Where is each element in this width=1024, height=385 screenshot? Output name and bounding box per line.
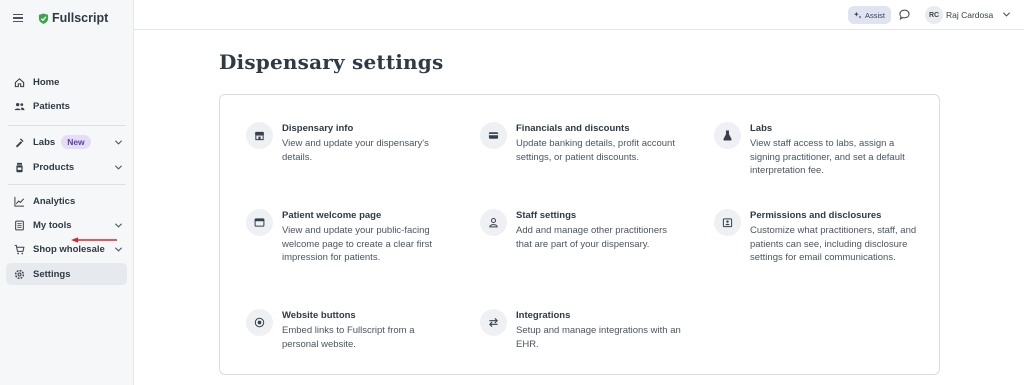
setting-staff-settings[interactable]: Staff settings Add and manage other prac… [480,209,685,251]
setting-title[interactable]: Dispensary info [282,123,451,134]
setting-permissions-disclosures[interactable]: Permissions and disclosures Customize wh… [714,209,919,265]
setting-title[interactable]: Financials and discounts [516,123,685,134]
assist-button[interactable]: Assist [848,6,892,24]
setting-title[interactable]: Integrations [516,310,685,321]
setting-title[interactable]: Permissions and disclosures [750,210,919,221]
sparkle-icon [854,11,862,19]
credit-card-icon [480,122,507,149]
labs-icon [14,137,25,148]
arrows-swap-icon [480,309,507,336]
setting-description: Setup and manage integrations with an EH… [516,325,681,350]
setting-financials[interactable]: Financials and discounts Update banking … [480,122,685,164]
menu-icon[interactable] [13,14,23,22]
setting-description: Customize what practitioners, staff, and… [750,225,917,263]
setting-website-buttons[interactable]: Website buttons Embed links to Fullscrip… [246,309,451,351]
settings-card: Dispensary info View and update your dis… [219,94,940,375]
setting-description: Embed links to Fullscript from a persona… [282,325,415,350]
setting-description: View and update your public-facing welco… [282,225,432,263]
patients-icon [14,101,25,112]
leaf-shield-icon [38,12,49,24]
setting-description: Add and manage other practitioners that … [516,225,668,250]
chevron-down-icon[interactable] [114,138,123,147]
avatar[interactable]: RC [925,6,943,24]
setting-labs[interactable]: Labs View staff access to labs, assign a… [714,122,919,178]
setting-title[interactable]: Website buttons [282,310,451,321]
chevron-down-icon[interactable] [114,221,123,230]
setting-dispensary-info[interactable]: Dispensary info View and update your dis… [246,122,451,164]
sidebar-item-label: My tools [33,219,72,231]
analytics-icon [14,196,25,207]
gear-icon [14,269,25,280]
user-name[interactable]: Raj Cardosa [946,10,993,20]
sidebar-item-patients[interactable]: Patients [6,95,127,117]
sidebar-divider [8,125,126,126]
sidebar: Fullscript Home Patients Labs New Produc… [0,0,134,385]
setting-description: View and update your dispensary's detail… [282,138,429,163]
chevron-down-icon[interactable] [114,163,123,172]
store-icon [246,122,273,149]
sidebar-divider [8,184,126,185]
sidebar-item-label: Products [33,161,75,173]
cart-icon [14,244,25,255]
top-bar: Assist RC Raj Cardosa [134,0,1024,30]
tools-icon [14,220,25,231]
setting-title[interactable]: Patient welcome page [282,210,451,221]
chat-icon[interactable] [899,9,910,20]
products-icon [14,162,25,173]
setting-integrations[interactable]: Integrations Setup and manage integratio… [480,309,685,351]
sidebar-item-label: Patients [33,100,70,112]
sidebar-item-home[interactable]: Home [6,71,127,93]
user-icon [480,209,507,236]
chevron-down-icon[interactable] [1002,10,1011,19]
setting-title[interactable]: Labs [750,123,919,134]
flask-icon [714,122,741,149]
id-badge-icon [714,209,741,236]
sidebar-item-my-tools[interactable]: My tools [6,214,127,236]
setting-title[interactable]: Staff settings [516,210,685,221]
setting-description: View staff access to labs, assign a sign… [750,138,905,176]
target-icon [246,309,273,336]
annotation-arrow [71,237,117,243]
sidebar-item-labs[interactable]: Labs New [6,131,127,153]
logo-text: Fullscript [52,11,109,25]
setting-description: Update banking details, profit account s… [516,138,675,163]
page-title: Dispensary settings [219,50,444,74]
sidebar-item-label: Home [33,76,60,88]
logo[interactable]: Fullscript [38,11,108,25]
assist-label: Assist [865,10,886,20]
setting-patient-welcome-page[interactable]: Patient welcome page View and update you… [246,209,451,265]
sidebar-item-products[interactable]: Products [6,156,127,178]
home-icon [14,77,25,88]
sidebar-item-settings[interactable]: Settings [6,263,127,285]
sidebar-item-label: Labs [33,136,56,148]
sidebar-item-analytics[interactable]: Analytics [6,190,127,212]
browser-icon [246,209,273,236]
sidebar-item-label: Shop wholesale [33,243,105,255]
chevron-down-icon[interactable] [114,245,123,254]
sidebar-item-label: Settings [33,268,71,280]
new-badge: New [61,135,91,149]
sidebar-header: Fullscript [0,0,133,36]
sidebar-item-label: Analytics [33,195,76,207]
